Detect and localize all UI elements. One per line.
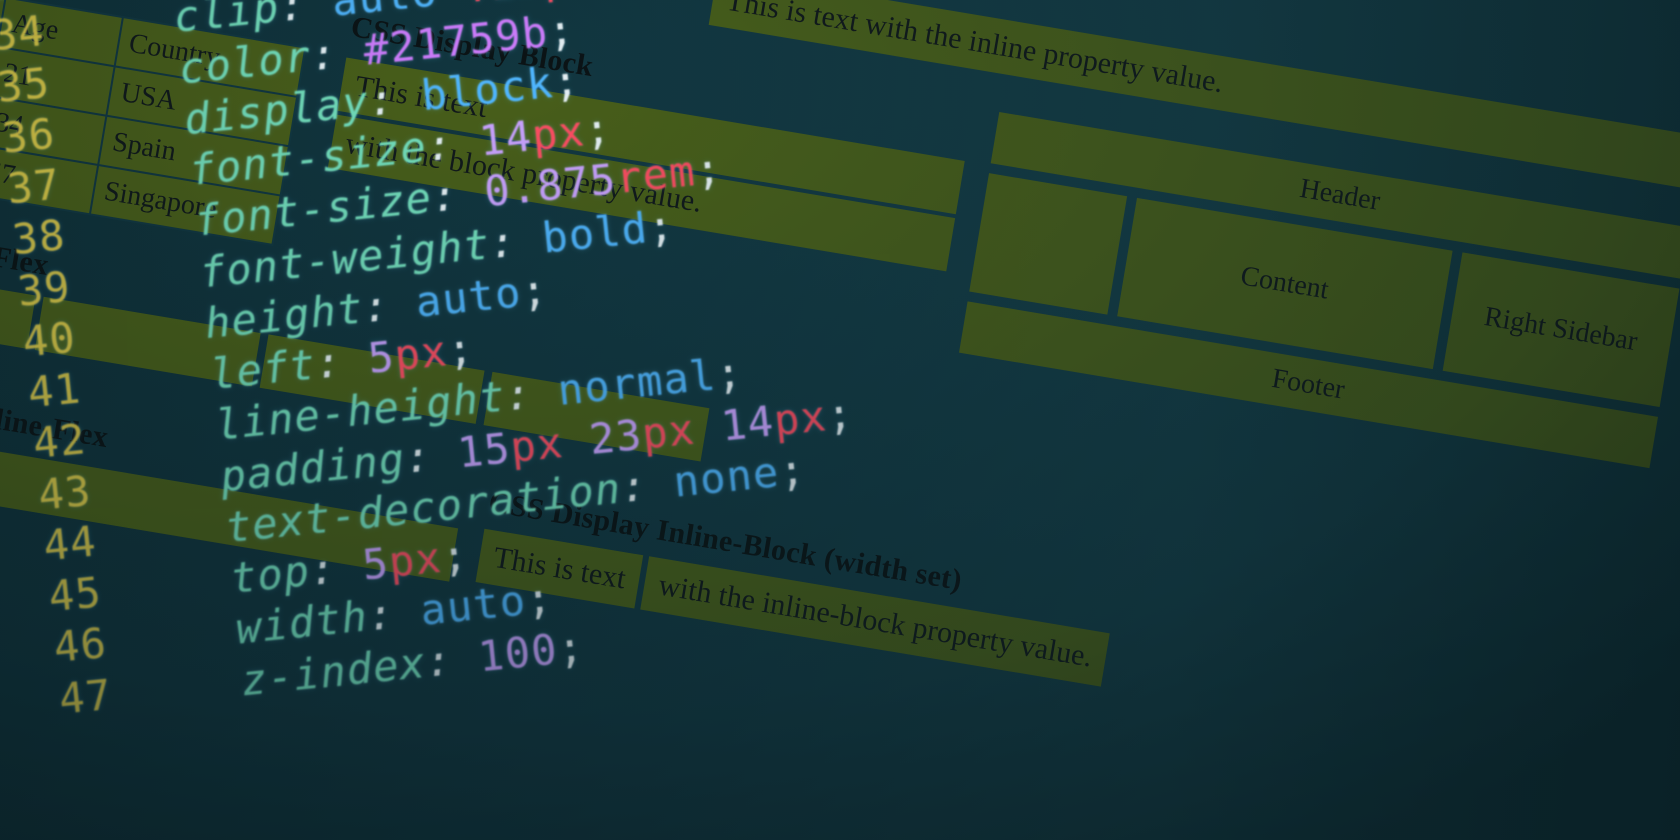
- grid-right: Right Sidebar: [1442, 252, 1679, 407]
